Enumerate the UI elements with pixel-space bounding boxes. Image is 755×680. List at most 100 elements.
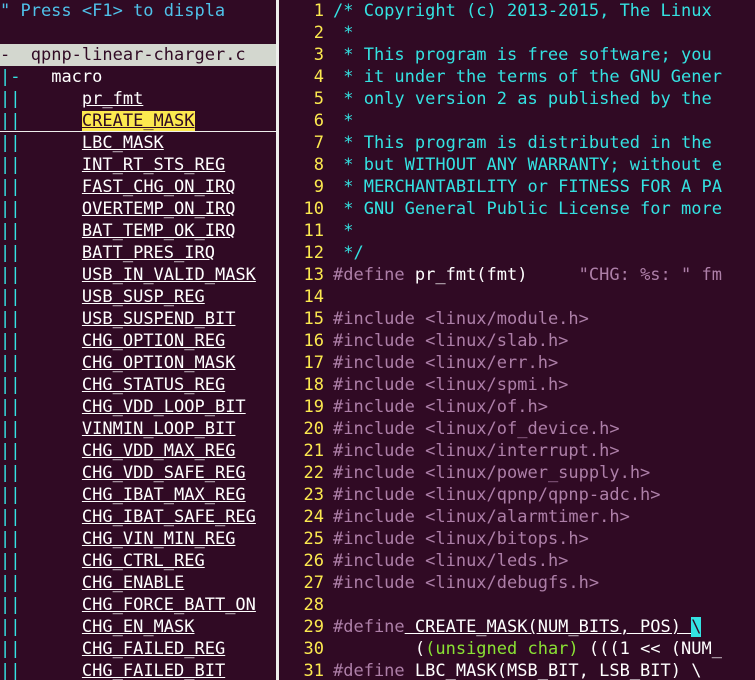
tag-label[interactable]: CHG_OPTION_MASK [82,353,236,373]
text-cursor[interactable]: \ [691,617,702,637]
code-line[interactable]: 25 #include <linux/bitops.h> [282,528,755,550]
code-line[interactable]: 9 * MERCHANTABILITY or FITNESS FOR A PA [282,176,755,198]
preprocessor-directive: #include [333,551,415,571]
code-line[interactable]: 5 * only version 2 as published by the [282,88,755,110]
tagbar-tag-item[interactable]: || CHG_OPTION_MASK [0,352,276,374]
tagbar-tag-item[interactable]: || CHG_FORCE_BATT_ON [0,594,276,616]
code-line[interactable]: 19 #include <linux/of.h> [282,396,755,418]
tag-label[interactable]: USB_SUSPEND_BIT [82,309,236,329]
code-line[interactable]: 14 [282,286,755,308]
include-path: <linux/leds.h> [414,551,569,571]
code-line[interactable]: 24 #include <linux/alarmtimer.h> [282,506,755,528]
tag-label[interactable]: VINMIN_LOOP_BIT [82,419,236,439]
code-line[interactable]: 8 * but WITHOUT ANY WARRANTY; without e [282,154,755,176]
tagbar-file-name[interactable]: qpnp-linear-charger.c [31,45,246,65]
tagbar-tag-item[interactable]: || USB_SUSPEND_BIT [0,308,276,330]
tag-label[interactable]: INT_RT_STS_REG [82,155,225,175]
code-line[interactable]: 28 [282,594,755,616]
code-line[interactable]: 22 #include <linux/power_supply.h> [282,462,755,484]
tagbar-group-name[interactable]: macro [51,67,102,87]
tag-label[interactable]: CHG_VDD_SAFE_REG [82,463,246,483]
tag-label[interactable]: CREATE_MASK [81,111,195,131]
code-line[interactable]: 18 #include <linux/spmi.h> [282,374,755,396]
tagbar-tag-item[interactable]: || CHG_OPTION_REG [0,330,276,352]
tagbar-tag-item[interactable]: || CHG_CTRL_REG [0,550,276,572]
code-line[interactable]: 1 /* Copyright (c) 2013-2015, The Linux [282,0,755,22]
tagbar-tag-item[interactable]: || OVERTEMP_ON_IRQ [0,198,276,220]
tagbar-tag-item[interactable]: || CHG_FAILED_BIT [0,660,276,680]
code-line[interactable]: 31 #define LBC_MASK(MSB_BIT, LSB_BIT) \ [282,660,755,680]
tag-label[interactable]: CHG_VIN_MIN_REG [82,529,236,549]
tagbar-group-row[interactable]: |- macro [0,66,276,88]
macro-definition: LBC_MASK(MSB_BIT, LSB_BIT) \ [404,661,702,680]
tagbar-tag-item[interactable]: || USB_IN_VALID_MASK [0,264,276,286]
fold-marker[interactable]: - [0,45,10,65]
code-line[interactable]: 6 * [282,110,755,132]
tagbar-tag-item[interactable]: || FAST_CHG_ON_IRQ [0,176,276,198]
code-line[interactable]: 2 * [282,22,755,44]
window-split-divider[interactable] [276,0,279,680]
tagbar-tag-item[interactable]: || CHG_VDD_MAX_REG [0,440,276,462]
tagbar-file-row[interactable]: - qpnp-linear-charger.c [0,44,276,66]
tag-label[interactable]: CHG_IBAT_MAX_REG [82,485,246,505]
tag-label[interactable]: BATT_PRES_IRQ [82,243,215,263]
tag-label[interactable]: CHG_VDD_LOOP_BIT [82,397,246,417]
tagbar-tag-item[interactable]: || CHG_EN_MASK [0,616,276,638]
tagbar-tag-item[interactable]: || INT_RT_STS_REG [0,154,276,176]
tag-label[interactable]: CHG_CTRL_REG [82,551,205,571]
editor-pane[interactable]: 1 /* Copyright (c) 2013-2015, The Linux 2… [282,0,755,680]
tag-label[interactable]: CHG_EN_MASK [82,617,195,637]
tag-label[interactable]: BAT_TEMP_OK_IRQ [82,221,236,241]
code-line[interactable]: 20 #include <linux/of_device.h> [282,418,755,440]
tag-label[interactable]: LBC_MASK [82,133,164,153]
tagbar-tag-item[interactable]: || USB_SUSP_REG [0,286,276,308]
tagbar-tag-item[interactable]: || CHG_STATUS_REG [0,374,276,396]
tag-label[interactable]: CHG_STATUS_REG [82,375,225,395]
tag-label[interactable]: CHG_FORCE_BATT_ON [82,595,256,615]
tagbar-tag-item[interactable]: || CREATE_MASK [0,110,276,132]
tag-label[interactable]: CHG_VDD_MAX_REG [82,441,236,461]
tagbar-tag-item[interactable]: || VINMIN_LOOP_BIT [0,418,276,440]
tag-label[interactable]: CHG_IBAT_SAFE_REG [82,507,256,527]
tag-label[interactable]: CHG_OPTION_REG [82,331,225,351]
tag-label[interactable]: CHG_ENABLE [82,573,184,593]
tagbar-tag-item[interactable]: || CHG_ENABLE [0,572,276,594]
tagbar-tag-item[interactable]: || CHG_VDD_LOOP_BIT [0,396,276,418]
code-line[interactable]: 12 */ [282,242,755,264]
tagbar-tag-item[interactable]: || CHG_IBAT_SAFE_REG [0,506,276,528]
code-line[interactable]: 7 * This program is distributed in the [282,132,755,154]
tag-label[interactable]: USB_IN_VALID_MASK [82,265,256,285]
tag-label[interactable]: USB_SUSP_REG [82,287,205,307]
code-line[interactable]: 15 #include <linux/module.h> [282,308,755,330]
tagbar-tag-item[interactable]: || LBC_MASK [0,132,276,154]
tagbar-tag-item[interactable]: || CHG_VDD_SAFE_REG [0,462,276,484]
code-line[interactable]: 29 #define CREATE_MASK(NUM_BITS, POS) \ [282,616,755,638]
code-line[interactable]: 21 #include <linux/interrupt.h> [282,440,755,462]
code-line[interactable]: 4 * it under the terms of the GNU Gener [282,66,755,88]
tagbar-tag-item[interactable]: || CHG_FAILED_REG [0,638,276,660]
code-line[interactable]: 16 #include <linux/slab.h> [282,330,755,352]
tag-label[interactable]: OVERTEMP_ON_IRQ [82,199,236,219]
tag-label[interactable]: pr_fmt [82,89,143,109]
tagbar-tag-item[interactable]: || CHG_VIN_MIN_REG [0,528,276,550]
code-line[interactable]: 26 #include <linux/leds.h> [282,550,755,572]
code-line[interactable]: 3 * This program is free software; you [282,44,755,66]
code-line[interactable]: 30 ((unsigned char) (((1 << (NUM_ [282,638,755,660]
tagbar-tag-item[interactable]: || BATT_PRES_IRQ [0,242,276,264]
tagbar-tag-item[interactable]: || CHG_IBAT_MAX_REG [0,484,276,506]
tag-label[interactable]: CHG_FAILED_REG [82,639,225,659]
include-path: <linux/qpnp/qpnp-adc.h> [414,485,661,505]
line-number: 21 [303,441,324,461]
code-line[interactable]: 27 #include <linux/debugfs.h> [282,572,755,594]
tagbar-tag-item[interactable]: || pr_fmt [0,88,276,110]
tree-branch-marker: |- [0,67,21,87]
code-line[interactable]: 17 #include <linux/err.h> [282,352,755,374]
tag-label[interactable]: CHG_FAILED_BIT [82,661,225,680]
tagbar-tag-item[interactable]: || BAT_TEMP_OK_IRQ [0,220,276,242]
code-line[interactable]: 11 * [282,220,755,242]
tagbar-pane[interactable]: " Press <F1> to displa - qpnp-linear-char… [0,0,276,680]
code-line[interactable]: 13 #define pr_fmt(fmt) "CHG: %s: " fm [282,264,755,286]
code-line[interactable]: 10 * GNU General Public License for more [282,198,755,220]
tag-label[interactable]: FAST_CHG_ON_IRQ [82,177,236,197]
code-line[interactable]: 23 #include <linux/qpnp/qpnp-adc.h> [282,484,755,506]
